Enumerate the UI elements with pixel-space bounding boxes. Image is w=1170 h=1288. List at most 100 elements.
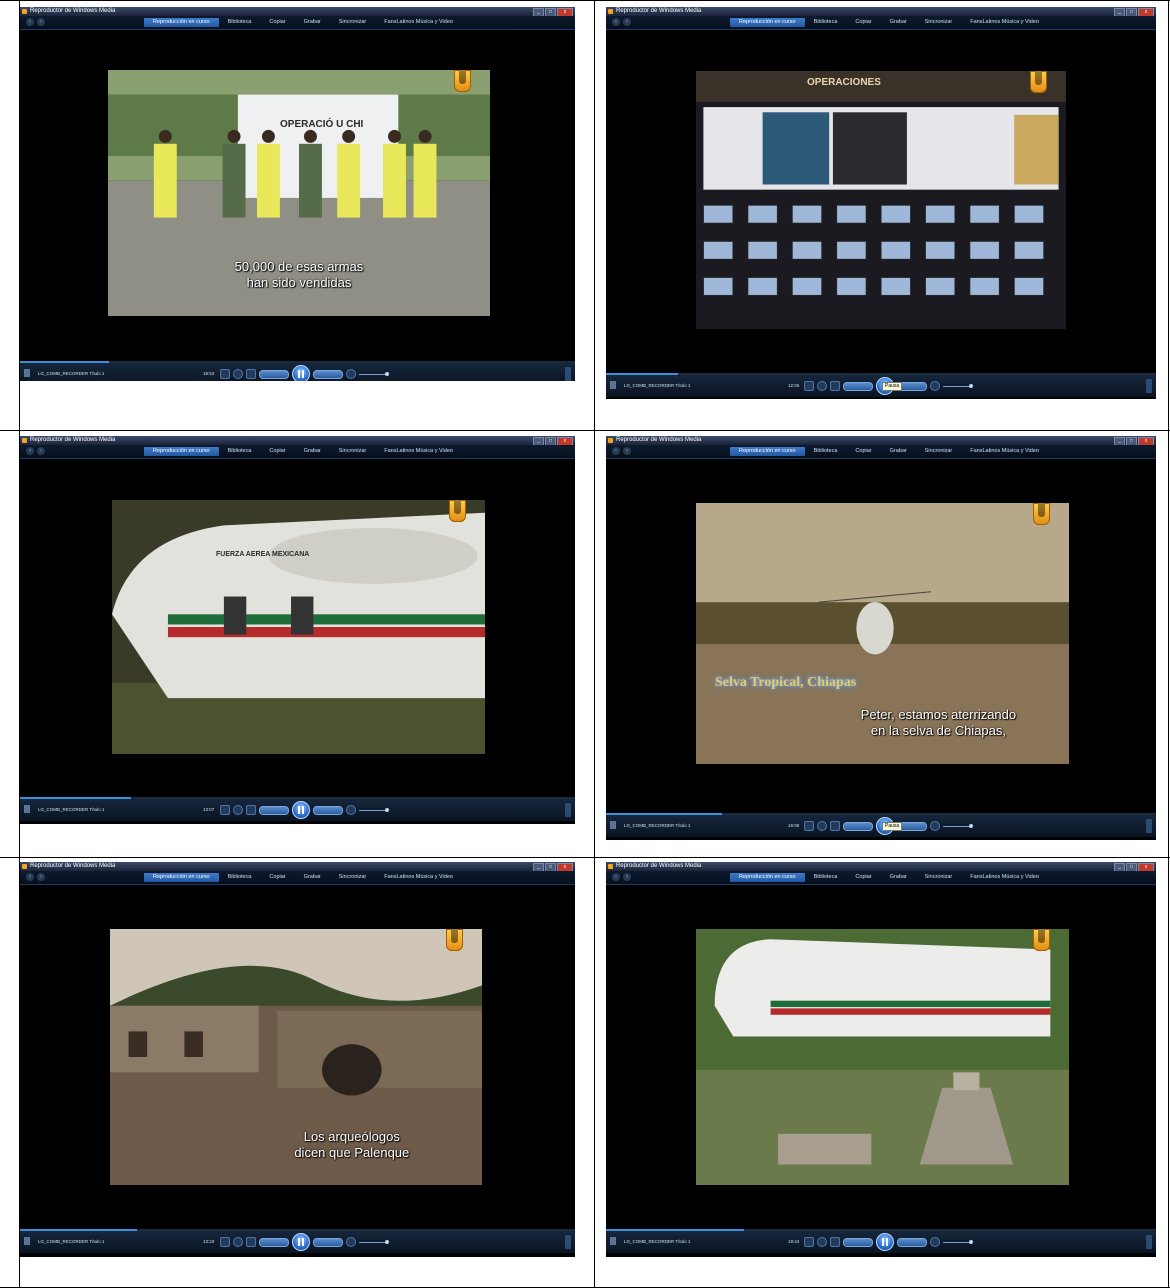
forward-arrow-icon[interactable]: › (623, 447, 631, 455)
volume-slider[interactable] (943, 1239, 973, 1244)
tab-0[interactable]: Reproducción en curso (144, 18, 219, 27)
previous-button[interactable] (259, 805, 289, 815)
volume-slider[interactable] (359, 371, 389, 376)
tab-1[interactable]: Biblioteca (219, 447, 261, 456)
tab-0[interactable]: Reproducción en curso (144, 873, 219, 882)
previous-button[interactable] (843, 1237, 873, 1247)
forward-arrow-icon[interactable]: › (37, 447, 45, 455)
forward-arrow-icon[interactable]: › (623, 873, 631, 881)
volume-slider[interactable] (359, 807, 389, 812)
tab-4[interactable]: Sincronizar (916, 447, 962, 456)
mute-button[interactable] (930, 821, 940, 831)
back-arrow-icon[interactable]: ‹ (26, 447, 34, 455)
mute-button[interactable] (346, 1237, 356, 1247)
tab-1[interactable]: Biblioteca (805, 873, 847, 882)
back-arrow-icon[interactable]: ‹ (26, 873, 34, 881)
tab-3[interactable]: Grabar (295, 18, 330, 27)
back-arrow-icon[interactable]: ‹ (612, 447, 620, 455)
tab-2[interactable]: Copiar (846, 18, 880, 27)
pause-button[interactable] (292, 801, 310, 819)
forward-arrow-icon[interactable]: › (623, 18, 631, 26)
forward-arrow-icon[interactable]: › (37, 873, 45, 881)
view-toggle-button[interactable] (565, 1235, 571, 1249)
tab-3[interactable]: Grabar (295, 873, 330, 882)
repeat-button[interactable] (233, 1237, 243, 1247)
shuffle-button[interactable] (220, 369, 230, 379)
tab-5[interactable]: FansLatinos Música y Video (961, 18, 1048, 27)
stop-button[interactable] (246, 1237, 256, 1247)
forward-arrow-icon[interactable]: › (37, 18, 45, 26)
back-arrow-icon[interactable]: ‹ (26, 18, 34, 26)
volume-slider[interactable] (943, 383, 973, 388)
tab-0[interactable]: Reproducción en curso (730, 873, 805, 882)
tab-2[interactable]: Copiar (260, 18, 294, 27)
nav-tabs: Reproducción en curso Biblioteca Copiar Gra… (730, 18, 1048, 27)
stop-button[interactable] (830, 821, 840, 831)
next-button[interactable] (313, 369, 343, 379)
tab-2[interactable]: Copiar (260, 447, 294, 456)
tab-4[interactable]: Sincronizar (330, 18, 376, 27)
mute-button[interactable] (930, 381, 940, 391)
tab-5[interactable]: FansLatinos Música y Video (375, 18, 462, 27)
mute-button[interactable] (346, 805, 356, 815)
pause-button[interactable] (292, 365, 310, 381)
previous-button[interactable] (843, 821, 873, 831)
tab-2[interactable]: Copiar (846, 447, 880, 456)
mute-button[interactable] (930, 1237, 940, 1247)
tab-1[interactable]: Biblioteca (219, 18, 261, 27)
shuffle-button[interactable] (804, 381, 814, 391)
volume-slider[interactable] (359, 1239, 389, 1244)
tab-3[interactable]: Grabar (295, 447, 330, 456)
back-arrow-icon[interactable]: ‹ (612, 18, 620, 26)
previous-button[interactable] (259, 369, 289, 379)
tab-5[interactable]: FansLatinos Música y Video (375, 447, 462, 456)
tab-3[interactable]: Grabar (881, 447, 916, 456)
tab-4[interactable]: Sincronizar (916, 18, 962, 27)
mute-button[interactable] (346, 369, 356, 379)
tab-5[interactable]: FansLatinos Música y Video (961, 873, 1048, 882)
tab-3[interactable]: Grabar (881, 873, 916, 882)
next-button[interactable] (897, 1237, 927, 1247)
tab-2[interactable]: Copiar (846, 873, 880, 882)
tab-5[interactable]: FansLatinos Música y Video (961, 447, 1048, 456)
back-arrow-icon[interactable]: ‹ (612, 873, 620, 881)
volume-slider[interactable] (943, 823, 973, 828)
view-toggle-button[interactable] (565, 803, 571, 817)
pause-button[interactable] (876, 1233, 894, 1251)
tab-4[interactable]: Sincronizar (330, 873, 376, 882)
media-type-icon (24, 805, 30, 813)
tab-0[interactable]: Reproducción en curso (730, 447, 805, 456)
repeat-button[interactable] (817, 381, 827, 391)
repeat-button[interactable] (817, 821, 827, 831)
shuffle-button[interactable] (220, 1237, 230, 1247)
tab-4[interactable]: Sincronizar (330, 447, 376, 456)
tab-0[interactable]: Reproducción en curso (144, 447, 219, 456)
repeat-button[interactable] (233, 369, 243, 379)
view-toggle-button[interactable] (1146, 1235, 1152, 1249)
tab-5[interactable]: FansLatinos Música y Video (375, 873, 462, 882)
pause-button[interactable] (292, 1233, 310, 1251)
stop-button[interactable] (246, 805, 256, 815)
tab-1[interactable]: Biblioteca (805, 18, 847, 27)
next-button[interactable] (313, 1237, 343, 1247)
tab-2[interactable]: Copiar (260, 873, 294, 882)
tab-1[interactable]: Biblioteca (805, 447, 847, 456)
previous-button[interactable] (259, 1237, 289, 1247)
stop-button[interactable] (830, 1237, 840, 1247)
view-toggle-button[interactable] (565, 367, 571, 381)
tab-1[interactable]: Biblioteca (219, 873, 261, 882)
stop-button[interactable] (246, 369, 256, 379)
next-button[interactable] (313, 805, 343, 815)
shuffle-button[interactable] (804, 1237, 814, 1247)
view-toggle-button[interactable] (1146, 819, 1152, 833)
stop-button[interactable] (830, 381, 840, 391)
view-toggle-button[interactable] (1146, 379, 1152, 393)
repeat-button[interactable] (817, 1237, 827, 1247)
tab-0[interactable]: Reproducción en curso (730, 18, 805, 27)
repeat-button[interactable] (233, 805, 243, 815)
previous-button[interactable] (843, 381, 873, 391)
shuffle-button[interactable] (220, 805, 230, 815)
tab-4[interactable]: Sincronizar (916, 873, 962, 882)
tab-3[interactable]: Grabar (881, 18, 916, 27)
shuffle-button[interactable] (804, 821, 814, 831)
